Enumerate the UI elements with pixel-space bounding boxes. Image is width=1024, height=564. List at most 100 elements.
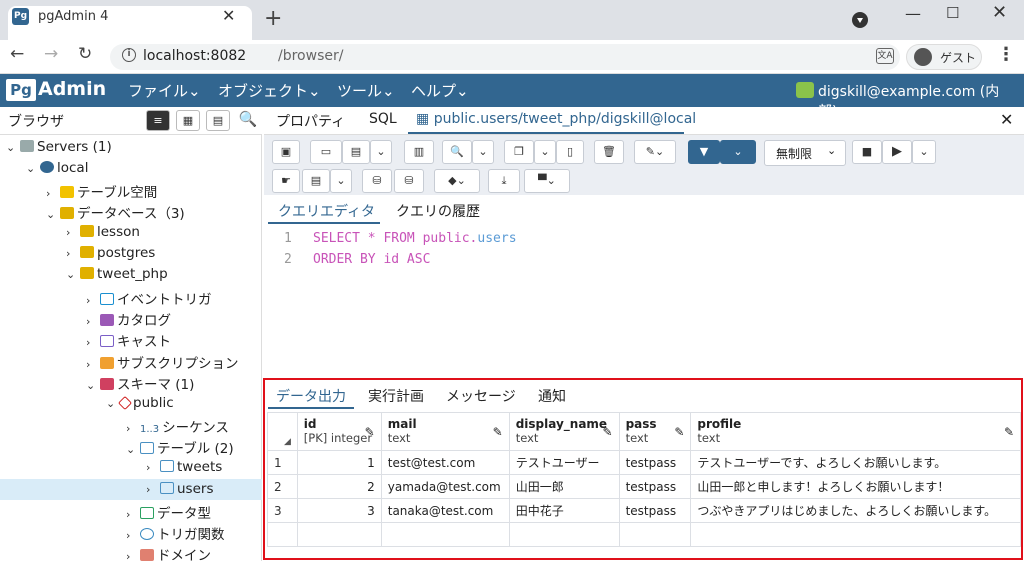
tree-node-postgres[interactable]: › postgres <box>66 245 155 261</box>
tab-explain[interactable]: 実行計画 <box>368 386 424 406</box>
cell-profile[interactable]: つぶやきアプリはじめました、よろしくお願いします。 <box>690 498 1021 523</box>
tree-node-users[interactable]: › users <box>146 481 213 497</box>
chevron-right-icon[interactable]: › <box>46 187 58 200</box>
forward-icon[interactable]: → <box>44 44 58 64</box>
row-number[interactable]: 1 <box>267 450 298 475</box>
menu-file[interactable]: ファイル⌄ <box>128 80 201 101</box>
view-data-icon[interactable]: ▦ <box>176 110 200 131</box>
paste-icon[interactable]: ▯ <box>556 140 584 164</box>
cell-display-name[interactable]: テストユーザー <box>508 450 620 475</box>
cell-profile[interactable]: 山田一郎と申します！よろしくお願いします！ <box>690 474 1021 499</box>
save-icon[interactable]: ▤ <box>342 140 370 164</box>
menu-help[interactable]: ヘルプ⌄ <box>411 80 469 101</box>
back-icon[interactable]: ← <box>10 44 24 64</box>
column-header-display-name[interactable]: display_name text ✎ <box>508 412 620 451</box>
save-dropdown-icon[interactable]: ⌄ <box>370 140 392 164</box>
table-row[interactable]: 2 2 yamada@test.com 山田一郎 testpass 山田一郎と申… <box>267 474 1021 499</box>
macros-dropdown-icon[interactable]: ▀⌄ <box>524 169 570 193</box>
sql-editor[interactable] <box>264 226 1024 378</box>
window-close-icon[interactable]: ✕ <box>992 2 1007 23</box>
find-icon[interactable]: 🔍 <box>442 140 472 164</box>
tab-query-history[interactable]: クエリの履歴 <box>396 201 480 221</box>
tree-node-local[interactable]: ⌄ local <box>26 160 88 176</box>
site-info-icon[interactable]: i <box>122 48 136 62</box>
delete-icon[interactable]: 🗑 <box>594 140 624 164</box>
stop-icon[interactable]: ■ <box>852 140 882 164</box>
search-icon[interactable]: 🔍 <box>236 110 260 131</box>
cell-pass[interactable]: testpass <box>618 498 692 523</box>
translate-icon[interactable]: 文A <box>876 48 894 64</box>
chevron-down-icon[interactable]: ⌄ <box>66 268 78 281</box>
tab-sql[interactable]: SQL <box>369 111 397 127</box>
cell-display-name[interactable]: 田中花子 <box>508 498 620 523</box>
chevron-right-icon[interactable]: › <box>126 529 138 542</box>
tree-node-tweets[interactable]: › tweets <box>146 459 222 475</box>
copy-dropdown-icon[interactable]: ⌄ <box>534 140 556 164</box>
more-menu-icon[interactable]: ⋮ <box>997 44 1015 65</box>
column-header-pass[interactable]: pass text ✎ <box>618 412 692 451</box>
folder-open-icon[interactable]: ▭ <box>310 140 342 164</box>
chevron-down-icon[interactable]: ⌄ <box>126 443 138 456</box>
tree-node-domains[interactable]: › ドメイン <box>126 544 211 564</box>
clear-dropdown-icon[interactable]: ◆⌄ <box>434 169 480 193</box>
cell-id[interactable]: 1 <box>296 450 382 475</box>
explain-icon[interactable]: ☛ <box>272 169 300 193</box>
chevron-down-icon[interactable]: ⌄ <box>46 208 58 221</box>
chevron-right-icon[interactable]: › <box>126 508 138 521</box>
tree-node-tables[interactable]: ⌄ テーブル (2) <box>126 437 234 457</box>
cell-pass[interactable]: testpass <box>618 450 692 475</box>
explain-analyze-icon[interactable]: ▤ <box>302 169 330 193</box>
tab-notifications[interactable]: 通知 <box>538 386 566 406</box>
tree-node-catalogs[interactable]: › カタログ <box>86 309 171 329</box>
chevron-down-icon[interactable]: ⌄ <box>86 379 98 392</box>
chevron-right-icon[interactable]: › <box>66 247 78 260</box>
find-dropdown-icon[interactable]: ⌄ <box>472 140 494 164</box>
copy-icon[interactable]: ❐ <box>504 140 534 164</box>
tree-node-databases[interactable]: ⌄ データベース（3) <box>46 202 185 222</box>
new-tab-icon[interactable]: + <box>264 8 282 30</box>
cell-mail[interactable]: yamada@test.com <box>380 474 510 499</box>
save-data-icon[interactable]: ▥ <box>404 140 434 164</box>
chevron-right-icon[interactable]: › <box>146 483 158 496</box>
chevron-right-icon[interactable]: › <box>86 315 98 328</box>
table-row[interactable]: 3 3 tanaka@test.com 田中花子 testpass つぶやきアプ… <box>267 498 1021 523</box>
tree-node-sequences[interactable]: › 1..3 シーケンス <box>126 416 229 436</box>
tree-node-event-triggers[interactable]: › イベントトリガ <box>86 288 212 308</box>
tree-node-servers[interactable]: ⌄ Servers (1) <box>6 139 112 155</box>
tree-node-tweet-php[interactable]: ⌄ tweet_php <box>66 266 168 282</box>
row-number[interactable]: 2 <box>267 474 298 499</box>
tree-node-trigger-functions[interactable]: › トリガ関数 <box>126 523 225 543</box>
tree-node-subscriptions[interactable]: › サブスクリプション <box>86 352 239 372</box>
menu-tools[interactable]: ツール⌄ <box>337 80 395 101</box>
explain-dropdown-icon[interactable]: ⌄ <box>330 169 352 193</box>
empty-row[interactable] <box>267 522 1021 547</box>
chevron-right-icon[interactable]: › <box>86 358 98 371</box>
tree-node-tablespaces[interactable]: › テーブル空間 <box>46 181 157 201</box>
minimize-icon[interactable]: — <box>905 4 921 23</box>
tab-close-icon[interactable]: ✕ <box>222 6 235 25</box>
reload-icon[interactable]: ↻ <box>78 44 92 64</box>
chevron-right-icon[interactable]: › <box>66 226 78 239</box>
tree-node-schemas[interactable]: ⌄ スキーマ (1) <box>86 373 194 393</box>
chevron-right-icon[interactable]: › <box>126 422 138 435</box>
tree-node-lesson[interactable]: › lesson <box>66 224 140 240</box>
chevron-right-icon[interactable]: › <box>126 550 138 563</box>
row-number[interactable]: 3 <box>267 498 298 523</box>
cell-pass[interactable]: testpass <box>618 474 692 499</box>
table-row[interactable]: 1 1 test@test.com テストユーザー testpass テストユー… <box>267 450 1021 475</box>
cell-mail[interactable]: tanaka@test.com <box>380 498 510 523</box>
cell-mail[interactable]: test@test.com <box>380 450 510 475</box>
tab-query-tool[interactable]: ▦ public.users/tweet_php/digskill@local <box>416 111 696 127</box>
menu-object[interactable]: オブジェクト⌄ <box>218 80 321 101</box>
cell-display-name[interactable]: 山田一郎 <box>508 474 620 499</box>
chevron-down-icon[interactable]: ⌄ <box>6 141 18 154</box>
corner-cell[interactable]: ◢ <box>267 412 298 451</box>
maximize-icon[interactable]: ☐ <box>946 4 959 22</box>
column-header-mail[interactable]: mail text ✎ <box>380 412 510 451</box>
chevron-right-icon[interactable]: › <box>146 461 158 474</box>
filter-dropdown-icon[interactable]: ⌄ <box>720 140 756 164</box>
edit-dropdown-icon[interactable]: ✎⌄ <box>634 140 676 164</box>
filter-rows-icon[interactable]: ▤ <box>206 110 230 131</box>
open-file-icon[interactable]: ▣ <box>272 140 300 164</box>
cell-id[interactable]: 3 <box>296 498 382 523</box>
